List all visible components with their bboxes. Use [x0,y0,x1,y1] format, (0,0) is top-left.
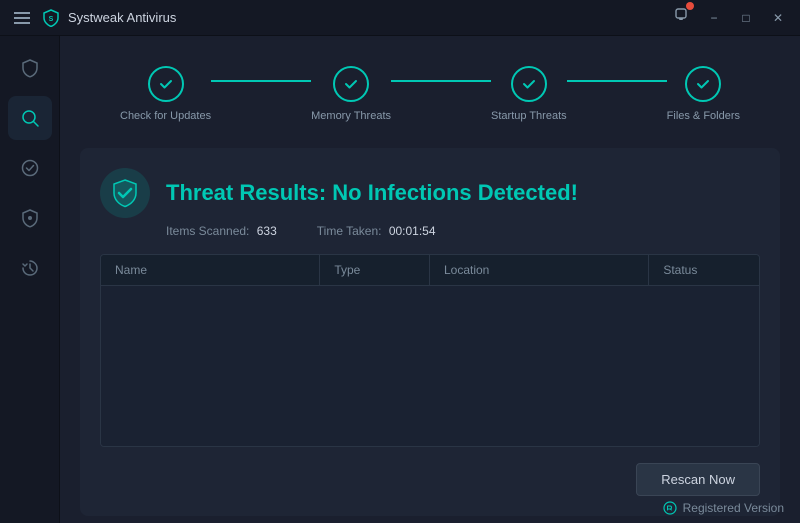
step-line-1 [211,80,311,82]
step-label-updates: Check for Updates [120,110,211,122]
items-scanned-label: Items Scanned: [166,224,249,238]
notification-icon[interactable] [672,6,690,29]
step-updates: Check for Updates [120,66,211,122]
step-line-3 [567,80,667,82]
results-header: Threat Results: No Infections Detected! [100,168,760,218]
svg-text:S: S [49,16,54,23]
table-header: Name Type Location Status [101,255,759,286]
step-circle-startup [511,66,547,102]
table-col-status: Status [649,255,759,285]
sidebar-item-web-protection[interactable] [8,196,52,240]
items-scanned-value: 633 [257,224,277,238]
sidebar-item-check[interactable] [8,146,52,190]
step-circle-memory [333,66,369,102]
title-bar: S Systweak Antivirus − □ ✕ [0,0,800,36]
rescan-btn-row: Rescan Now [100,463,760,496]
rescan-now-button[interactable]: Rescan Now [636,463,760,496]
table-body [101,286,759,446]
results-meta: Items Scanned: 633 Time Taken: 00:01:54 [166,224,760,238]
sidebar-item-scan[interactable] [8,96,52,140]
results-title-container: Threat Results: No Infections Detected! [166,180,578,206]
notification-badge [686,2,694,10]
minimize-button[interactable]: − [700,6,728,30]
sidebar-item-protection[interactable] [8,46,52,90]
registered-icon [663,501,677,515]
sidebar [0,36,60,523]
table-col-location: Location [430,255,649,285]
registered-text: Registered Version [683,501,784,515]
step-label-memory: Memory Threats [311,110,391,122]
steps-container: Check for Updates Memory Threats Start [120,66,740,122]
close-button[interactable]: ✕ [764,6,792,30]
maximize-button[interactable]: □ [732,6,760,30]
results-table: Name Type Location Status [100,254,760,447]
items-scanned: Items Scanned: 633 [166,224,277,238]
app-logo-icon: S [42,9,60,27]
hamburger-menu-button[interactable] [10,8,34,28]
time-taken: Time Taken: 00:01:54 [317,224,436,238]
step-memory: Memory Threats [311,66,391,122]
step-circle-files [685,66,721,102]
results-title-static: Threat Results: [166,180,326,205]
app-title: Systweak Antivirus [68,10,176,25]
title-bar-left: S Systweak Antivirus [10,8,176,28]
table-col-type: Type [320,255,430,285]
shield-success-icon [100,168,150,218]
results-panel: Threat Results: No Infections Detected! … [80,148,780,516]
table-col-name: Name [101,255,320,285]
footer: Registered Version [663,501,784,515]
step-startup: Startup Threats [491,66,567,122]
window-controls: − □ ✕ [672,6,792,30]
results-title: Threat Results: No Infections Detected! [166,180,578,206]
step-files: Files & Folders [667,66,740,122]
sidebar-item-boost[interactable] [8,246,52,290]
step-label-files: Files & Folders [667,110,740,122]
progress-steps: Check for Updates Memory Threats Start [80,56,780,132]
results-title-dynamic: No Infections Detected! [332,180,578,205]
step-label-startup: Startup Threats [491,110,567,122]
main-layout: Check for Updates Memory Threats Start [0,36,800,523]
main-content: Check for Updates Memory Threats Start [60,36,800,523]
step-line-2 [391,80,491,82]
time-taken-label: Time Taken: [317,224,382,238]
step-circle-updates [148,66,184,102]
time-taken-value: 00:01:54 [389,224,436,238]
